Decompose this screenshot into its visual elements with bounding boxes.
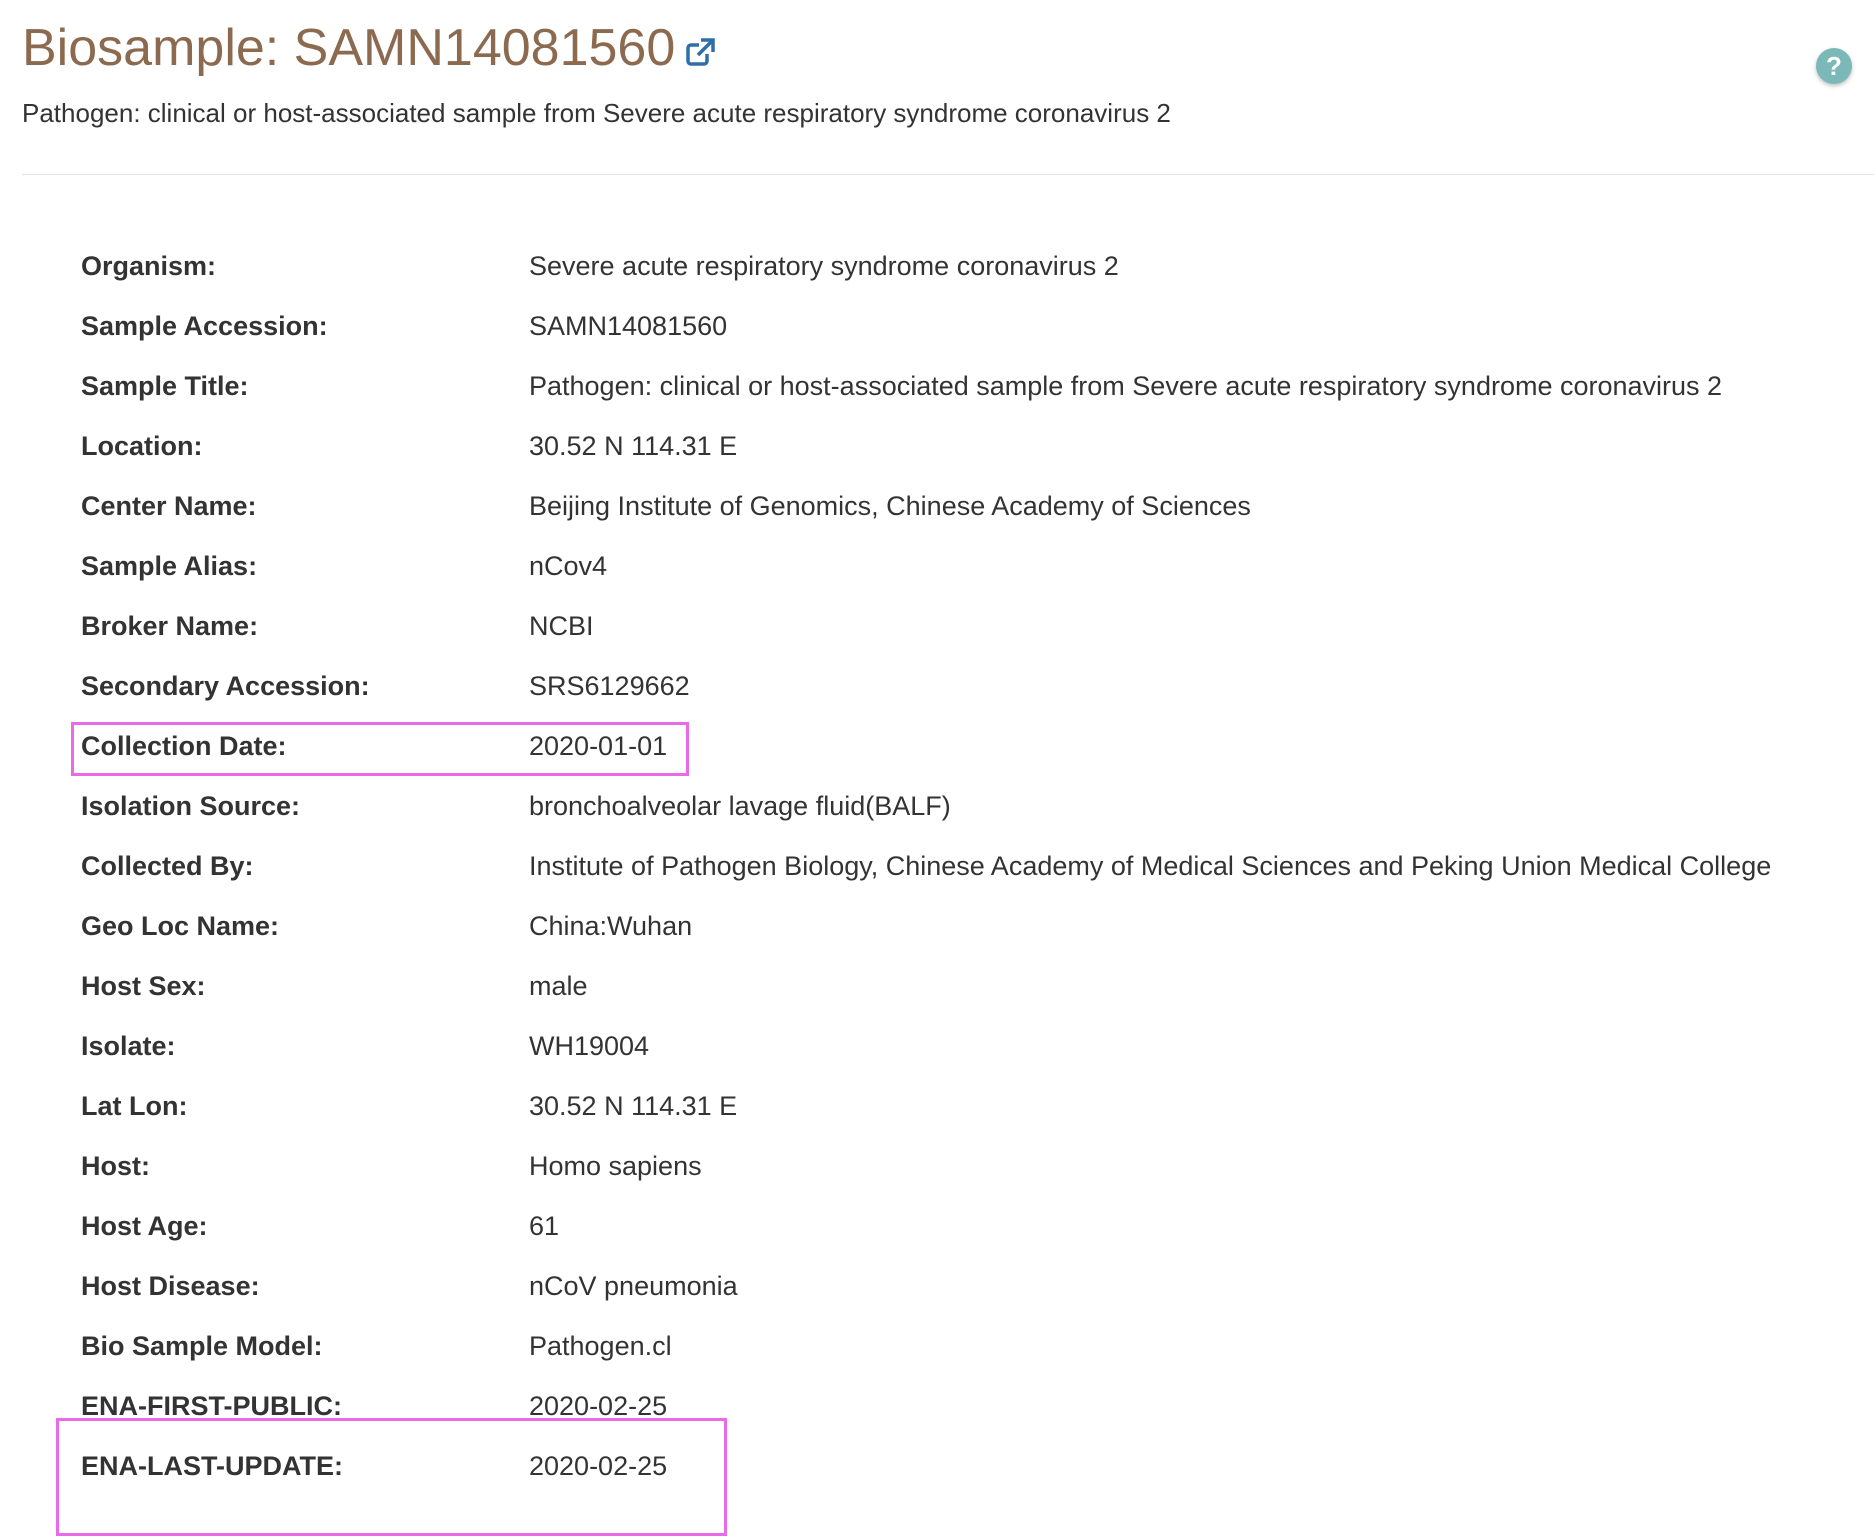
attribute-value: 61 (529, 1211, 560, 1241)
attribute-value: 2020-01-01 (529, 731, 668, 761)
attribute-label: Location: (81, 431, 203, 461)
attribute-row-sample-alias: Sample Alias: nCov4 (81, 546, 1816, 586)
attribute-value: SRS6129662 (529, 671, 690, 701)
attribute-label: Sample Title: (81, 371, 249, 401)
attribute-label: Lat Lon: (81, 1091, 188, 1121)
attribute-value: SAMN14081560 (529, 311, 728, 341)
attribute-value: Severe acute respiratory syndrome corona… (529, 251, 1119, 281)
attribute-label: Host: (81, 1151, 150, 1181)
attribute-label: Sample Accession: (81, 311, 328, 341)
header-divider (22, 174, 1874, 175)
attribute-list: Organism: Severe acute respiratory syndr… (81, 246, 1816, 1506)
attribute-label: Host Sex: (81, 971, 206, 1001)
attribute-row-host: Host: Homo sapiens (81, 1146, 1816, 1186)
attribute-label: ENA-FIRST-PUBLIC: (81, 1391, 342, 1421)
attribute-value: bronchoalveolar lavage fluid(BALF) (529, 791, 951, 821)
attribute-label: Host Disease: (81, 1271, 260, 1301)
attribute-row-broker-name: Broker Name: NCBI (81, 606, 1816, 646)
attribute-value: China:Wuhan (529, 911, 693, 941)
attribute-row-organism: Organism: Severe acute respiratory syndr… (81, 246, 1816, 286)
attribute-value: male (529, 971, 588, 1001)
attribute-label: Collected By: (81, 851, 254, 881)
attribute-row-host-disease: Host Disease: nCoV pneumonia (81, 1266, 1816, 1306)
attribute-value: Homo sapiens (529, 1151, 702, 1181)
attribute-label: Secondary Accession: (81, 671, 370, 701)
attribute-label: Broker Name: (81, 611, 259, 641)
attribute-row-center-name: Center Name: Beijing Institute of Genomi… (81, 486, 1816, 526)
attribute-row-sample-accession: Sample Accession: SAMN14081560 (81, 306, 1816, 346)
attribute-label: Isolation Source: (81, 791, 301, 821)
attribute-row-collection-date: Collection Date: 2020-01-01 (81, 726, 1816, 766)
attribute-label: Geo Loc Name: (81, 911, 280, 941)
attribute-value: Pathogen: clinical or host-associated sa… (529, 371, 1723, 401)
attribute-row-sample-title: Sample Title: Pathogen: clinical or host… (81, 366, 1816, 406)
attribute-label: Collection Date: (81, 731, 287, 761)
attribute-row-location: Location: 30.52 N 114.31 E (81, 426, 1816, 466)
attribute-row-geo-loc-name: Geo Loc Name: China:Wuhan (81, 906, 1816, 946)
attribute-value: 30.52 N 114.31 E (529, 1091, 738, 1121)
biosample-page: Biosample: SAMN14081560 Pathogen: clinic… (0, 0, 1874, 1538)
attribute-label: Bio Sample Model: (81, 1331, 323, 1361)
attribute-label: Center Name: (81, 491, 257, 521)
attribute-row-host-sex: Host Sex: male (81, 966, 1816, 1006)
attribute-row-bio-sample-model: Bio Sample Model: Pathogen.cl (81, 1326, 1816, 1366)
attribute-value: Beijing Institute of Genomics, Chinese A… (529, 491, 1251, 521)
attribute-row-collected-by: Collected By: Institute of Pathogen Biol… (81, 846, 1816, 886)
title-row: Biosample: SAMN14081560 (22, 18, 717, 78)
page-title: Biosample: SAMN14081560 (22, 19, 676, 77)
attribute-value: nCov4 (529, 551, 608, 581)
attribute-label: Organism: (81, 251, 217, 281)
attribute-value: WH19004 (529, 1031, 650, 1061)
attribute-value: NCBI (529, 611, 594, 641)
attribute-row-host-age: Host Age: 61 (81, 1206, 1816, 1246)
attribute-value: Institute of Pathogen Biology, Chinese A… (529, 851, 1772, 881)
attribute-row-ena-last-update: ENA-LAST-UPDATE: 2020-02-25 (81, 1446, 1816, 1486)
attribute-label: Isolate: (81, 1031, 176, 1061)
external-link-icon[interactable] (685, 36, 717, 68)
attribute-row-ena-first-public: ENA-FIRST-PUBLIC: 2020-02-25 (81, 1386, 1816, 1426)
attribute-row-isolate: Isolate: WH19004 (81, 1026, 1816, 1066)
attribute-value: 2020-02-25 (529, 1391, 668, 1421)
attribute-value: nCoV pneumonia (529, 1271, 738, 1301)
attribute-row-lat-lon: Lat Lon: 30.52 N 114.31 E (81, 1086, 1816, 1126)
attribute-value: 30.52 N 114.31 E (529, 431, 738, 461)
page-subtitle: Pathogen: clinical or host-associated sa… (22, 98, 1171, 128)
attribute-value: Pathogen.cl (529, 1331, 672, 1361)
attribute-row-secondary-accession: Secondary Accession: SRS6129662 (81, 666, 1816, 706)
help-icon[interactable]: ? (1816, 48, 1852, 84)
attribute-row-isolation-source: Isolation Source: bronchoalveolar lavage… (81, 786, 1816, 826)
attribute-label: Sample Alias: (81, 551, 258, 581)
attribute-label: Host Age: (81, 1211, 208, 1241)
attribute-label: ENA-LAST-UPDATE: (81, 1451, 343, 1481)
attribute-value: 2020-02-25 (529, 1451, 668, 1481)
